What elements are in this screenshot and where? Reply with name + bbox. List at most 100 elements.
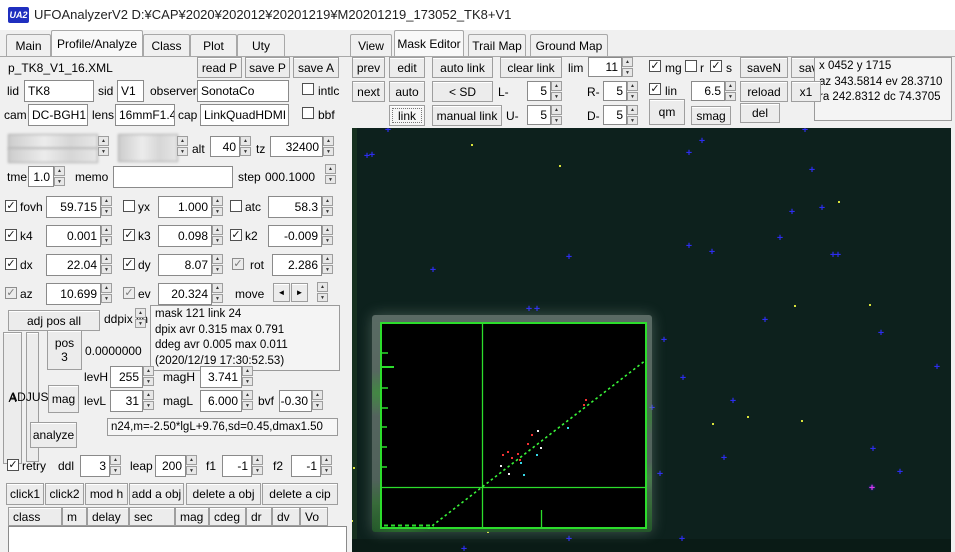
adj-pos-all-button[interactable]: adj pos all: [8, 310, 100, 331]
leap-field[interactable]: 200: [155, 455, 186, 477]
spin-up-icon[interactable]: ▲: [54, 166, 65, 176]
yx-field[interactable]: 1.000: [158, 196, 212, 218]
spin-down-icon[interactable]: ▼: [177, 146, 188, 156]
rot-field[interactable]: 2.286: [272, 254, 322, 276]
spin-down-icon[interactable]: ▼: [322, 206, 333, 216]
dx-spinner[interactable]: ▲ ▼: [101, 254, 112, 275]
spin-down-icon[interactable]: ▼: [622, 67, 633, 77]
cam-field[interactable]: DC-BGH1: [28, 104, 88, 126]
spin-up-icon[interactable]: ▲: [143, 390, 154, 400]
spin-down-icon[interactable]: ▼: [101, 264, 112, 274]
spin-up-icon[interactable]: ▲: [551, 105, 562, 115]
spin-up-icon[interactable]: ▲: [325, 164, 336, 174]
k4-spinner[interactable]: ▲ ▼: [101, 225, 112, 246]
az-field[interactable]: 10.699: [46, 283, 101, 305]
smag-value-field[interactable]: 6.5: [691, 81, 725, 101]
edit-button[interactable]: edit: [389, 57, 425, 78]
alt-field[interactable]: 40: [210, 136, 240, 157]
magl-spinner[interactable]: ▲ ▼: [242, 390, 253, 411]
spin-down-icon[interactable]: ▼: [242, 376, 253, 386]
yx-checkbox[interactable]: [123, 200, 135, 212]
az-checkbox[interactable]: ✓: [5, 287, 17, 299]
spin-up-icon[interactable]: ▲: [110, 455, 121, 465]
reload-button[interactable]: reload: [740, 81, 788, 102]
levh-spinner[interactable]: ▲ ▼: [143, 366, 154, 387]
spin-up-icon[interactable]: ▲: [212, 225, 223, 235]
u-minus-spinner[interactable]: ▲ ▼: [551, 105, 562, 126]
l-minus-field[interactable]: 5: [527, 81, 551, 101]
col-header-vo[interactable]: Vo: [300, 507, 328, 526]
spin-down-icon[interactable]: ▼: [551, 91, 562, 101]
k3-field[interactable]: 0.098: [158, 225, 212, 247]
spin-up-icon[interactable]: ▲: [242, 390, 253, 400]
spin-up-icon[interactable]: ▲: [143, 366, 154, 376]
magh-spinner[interactable]: ▲ ▼: [242, 366, 253, 387]
manual-link-button[interactable]: manual link: [432, 105, 502, 126]
k3-checkbox[interactable]: ✓: [123, 229, 135, 241]
az-spinner[interactable]: ▲ ▼: [101, 283, 112, 304]
atc-checkbox[interactable]: [230, 200, 242, 212]
spin-up-icon[interactable]: ▲: [101, 225, 112, 235]
location-field-1[interactable]: [8, 134, 98, 149]
k4-field[interactable]: 0.001: [46, 225, 101, 247]
ev-checkbox[interactable]: ✓: [123, 287, 135, 299]
dy-checkbox[interactable]: ✓: [123, 258, 135, 270]
lin-checkbox[interactable]: ✓: [649, 83, 661, 95]
fovh-field[interactable]: 59.715: [46, 196, 101, 218]
spin-up-icon[interactable]: ▲: [725, 81, 736, 91]
magl-field[interactable]: 6.000: [200, 390, 242, 412]
spin-down-icon[interactable]: ▼: [627, 91, 638, 101]
spin-up-icon[interactable]: ▲: [98, 136, 109, 146]
x1-button[interactable]: x1: [791, 81, 821, 102]
starfield[interactable]: + + + + + + + + + + + + + + + + + + + + + + + + + + + + + + + + +: [352, 128, 951, 552]
observer-field[interactable]: SonotaCo: [197, 80, 289, 102]
tab-mask-editor[interactable]: Mask Editor: [394, 30, 464, 56]
fovh-checkbox[interactable]: ✓: [5, 200, 17, 212]
spin-up-icon[interactable]: ▲: [242, 366, 253, 376]
spin-up-icon[interactable]: ▲: [321, 455, 332, 465]
del-button[interactable]: del: [740, 103, 780, 123]
spin-down-icon[interactable]: ▼: [323, 146, 334, 156]
spin-down-icon[interactable]: ▼: [212, 293, 223, 303]
k2-spinner[interactable]: ▲ ▼: [322, 225, 333, 246]
bvf-spinner[interactable]: ▲ ▼: [312, 390, 323, 411]
auto-button[interactable]: auto: [389, 81, 425, 102]
yx-spinner[interactable]: ▲ ▼: [212, 196, 223, 217]
ev-spinner[interactable]: ▲ ▼: [212, 283, 223, 304]
spin-up-icon[interactable]: ▲: [322, 254, 333, 264]
spin-up-icon[interactable]: ▲: [212, 283, 223, 293]
spin-down-icon[interactable]: ▼: [317, 292, 328, 302]
spin-down-icon[interactable]: ▼: [725, 91, 736, 101]
k4-checkbox[interactable]: ✓: [5, 229, 17, 241]
location-field-3[interactable]: [118, 134, 178, 162]
d-minus-spinner[interactable]: ▲ ▼: [627, 105, 638, 126]
dx-checkbox[interactable]: ✓: [5, 258, 17, 270]
r-minus-field[interactable]: 5: [603, 81, 627, 101]
delete-a-obj-button[interactable]: delete a obj: [186, 483, 261, 505]
mag-button[interactable]: mag: [48, 385, 79, 413]
levl-field[interactable]: 31: [110, 390, 143, 412]
spin-down-icon[interactable]: ▼: [252, 465, 263, 475]
lim-spinner[interactable]: ▲ ▼: [622, 57, 633, 78]
ddl-spinner[interactable]: ▲ ▼: [110, 455, 121, 476]
spin-up-icon[interactable]: ▲: [551, 81, 562, 91]
tab-profile-analyze[interactable]: Profile/Analyze: [51, 30, 143, 56]
r-minus-spinner[interactable]: ▲ ▼: [627, 81, 638, 102]
bvf-field[interactable]: -0.30: [279, 390, 312, 412]
f2-spinner[interactable]: ▲ ▼: [321, 455, 332, 476]
cap-field[interactable]: LinkQuadHDMI: [200, 104, 289, 126]
spin-up-icon[interactable]: ▲: [627, 81, 638, 91]
f1-spinner[interactable]: ▲ ▼: [252, 455, 263, 476]
spin-down-icon[interactable]: ▼: [551, 115, 562, 125]
retry-checkbox[interactable]: ✓: [7, 459, 19, 471]
spin-down-icon[interactable]: ▼: [321, 465, 332, 475]
spin-down-icon[interactable]: ▼: [312, 400, 323, 410]
spin-down-icon[interactable]: ▼: [101, 293, 112, 303]
spin-down-icon[interactable]: ▼: [186, 465, 197, 475]
sd-button[interactable]: < SD: [432, 81, 493, 102]
lim-field[interactable]: 11: [588, 57, 622, 77]
spin-down-icon[interactable]: ▼: [212, 235, 223, 245]
spin-down-icon[interactable]: ▼: [143, 400, 154, 410]
spin-up-icon[interactable]: ▲: [101, 254, 112, 264]
next-button[interactable]: next: [352, 81, 385, 102]
